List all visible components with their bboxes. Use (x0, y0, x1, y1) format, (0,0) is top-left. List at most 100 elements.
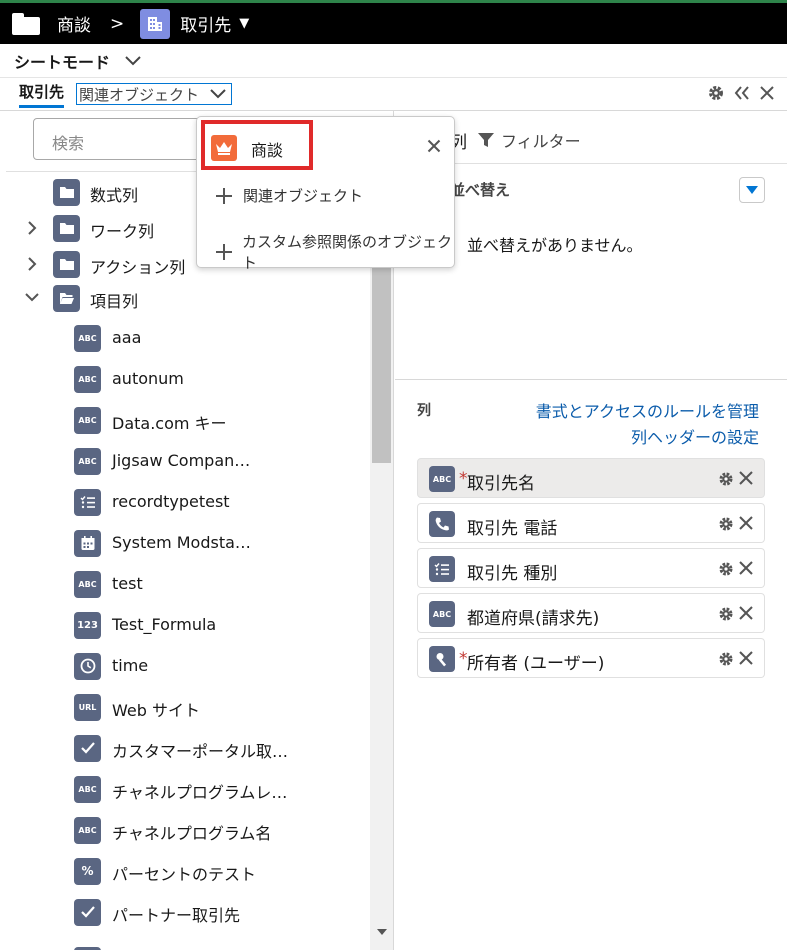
column-label: 取引先 種別 (467, 564, 558, 584)
close-icon[interactable] (738, 560, 754, 576)
tree-label: Test_Formula (112, 615, 217, 634)
tree-label: aaa (112, 328, 142, 347)
chevron-down-icon[interactable] (24, 292, 40, 304)
no-sort-message: 並べ替えがありません。 (467, 236, 643, 255)
manage-rules-link[interactable]: 書式とアクセスのルールを管理 (536, 398, 759, 422)
crown-icon[interactable] (211, 135, 237, 161)
checkbox-type-icon (74, 734, 101, 762)
breadcrumb-separator: > (110, 13, 125, 34)
gear-icon[interactable] (707, 84, 725, 102)
lookup-icon (429, 646, 455, 672)
required-marker: * (459, 469, 468, 489)
tree-label: Data.com キー (112, 414, 227, 433)
scrollbar-thumb[interactable] (372, 253, 391, 463)
tab-filter[interactable]: フィルター (477, 128, 581, 152)
required-marker: * (459, 649, 468, 669)
checkbox-type-icon (74, 898, 101, 926)
tree-label: チャネルプログラムレ… (112, 783, 288, 802)
popover-item-label: カスタム参照関係のオブジェクト (241, 233, 452, 272)
column-label-text: 所有者 (ユーザー) (467, 654, 605, 674)
tree-label: パーセントのテスト (112, 865, 257, 884)
column-item[interactable]: ABC * 取引先名 (417, 458, 765, 498)
close-icon[interactable] (738, 515, 754, 531)
tree-label: アクション列 (90, 258, 186, 277)
related-object-popover: 商談 関連オブジェクト カスタム参照関係のオブジェクト (196, 116, 455, 272)
related-object-label: 関連オブジェクト (79, 85, 200, 104)
calendar-icon (74, 529, 101, 557)
tree-label: ワーク列 (90, 222, 155, 241)
gear-icon[interactable] (718, 651, 734, 667)
tree-label: カスタマーポータル取… (112, 742, 289, 761)
clock-icon (74, 652, 101, 680)
folder-icon (53, 250, 80, 278)
text-type-icon: ABC (74, 324, 101, 352)
phone-icon (429, 511, 455, 537)
object-tab-bar: 取引先 関連オブジェクト (0, 78, 787, 111)
popover-item-label: 関連オブジェクト (243, 187, 364, 205)
text-type-icon: ABC (74, 775, 101, 803)
object-title[interactable]: 取引先 (180, 11, 231, 36)
sort-section-title: 並べ替え (450, 181, 511, 199)
caret-down-icon[interactable]: ▼ (239, 16, 249, 31)
percent-type-icon: % (74, 857, 101, 885)
column-item[interactable]: 取引先 電話 (417, 503, 765, 543)
close-icon[interactable] (759, 85, 775, 101)
column-label-text: 取引先名 (467, 474, 535, 494)
add-custom-lookup-object-item[interactable]: カスタム参照関係のオブジェクト (215, 231, 454, 273)
tree-label: Jigsaw Compan… (112, 451, 251, 470)
column-item[interactable]: * 所有者 (ユーザー) (417, 638, 765, 678)
text-type-icon: ABC (429, 466, 455, 492)
folder-icon (53, 214, 80, 242)
close-icon[interactable] (738, 605, 754, 621)
column-header-settings-link[interactable]: 列ヘッダーの設定 (631, 424, 759, 448)
account-object-icon (140, 8, 171, 39)
tree-label: 数式列 (90, 186, 139, 205)
related-object-dropdown[interactable]: 関連オブジェクト (76, 83, 233, 105)
text-type-icon: ABC (74, 365, 101, 393)
top-bar: 商談 > 取引先 ▼ (0, 0, 787, 44)
gear-icon[interactable] (718, 606, 734, 622)
breadcrumb-root[interactable]: 商談 (57, 11, 91, 36)
filter-icon (478, 133, 494, 147)
tree-label: autonum (112, 369, 184, 388)
tree-label: test (112, 574, 143, 593)
chevron-right-icon[interactable] (26, 220, 38, 236)
chevron-down-icon (210, 89, 226, 99)
folder-icon (53, 178, 80, 206)
sort-menu-button[interactable] (739, 177, 765, 203)
chevron-down-icon[interactable] (124, 55, 142, 67)
collapse-left-icon[interactable] (733, 85, 751, 101)
search-placeholder: 検索 (52, 134, 85, 153)
tree-label: Web サイト (112, 701, 200, 720)
close-icon[interactable] (738, 650, 754, 666)
mode-bar: シートモード (0, 44, 787, 78)
number-type-icon: 123 (74, 611, 101, 639)
column-label: * 所有者 (ユーザー) (459, 649, 605, 674)
scroll-down-icon[interactable] (376, 928, 388, 936)
mode-label[interactable]: シートモード (14, 49, 110, 73)
chevron-right-icon[interactable] (26, 256, 38, 272)
column-item[interactable]: ABC 都道府県(請求先) (417, 593, 765, 633)
gear-icon[interactable] (718, 471, 734, 487)
plus-icon (215, 187, 233, 205)
gear-icon[interactable] (718, 516, 734, 532)
close-icon[interactable] (427, 139, 441, 153)
tab-filter-label: フィルター (501, 132, 581, 151)
divider (395, 379, 787, 380)
folder-icon[interactable] (12, 12, 40, 35)
close-icon[interactable] (738, 470, 754, 486)
tree-label: パートナー取引先 (112, 906, 241, 925)
column-label: * 取引先名 (459, 469, 535, 494)
column-item[interactable]: 取引先 種別 (417, 548, 765, 588)
tab-account[interactable]: 取引先 (19, 81, 65, 108)
gear-icon[interactable] (718, 561, 734, 577)
picklist-icon (74, 488, 101, 516)
text-type-icon: ABC (429, 601, 455, 627)
text-type-icon: ABC (74, 406, 101, 434)
scrollbar[interactable] (370, 173, 393, 950)
popover-opportunity-item[interactable]: 商談 (251, 137, 283, 161)
panel-tools (707, 84, 775, 102)
picklist-icon (429, 556, 455, 582)
add-related-object-item[interactable]: 関連オブジェクト (215, 185, 363, 206)
tree-label: time (112, 656, 149, 675)
